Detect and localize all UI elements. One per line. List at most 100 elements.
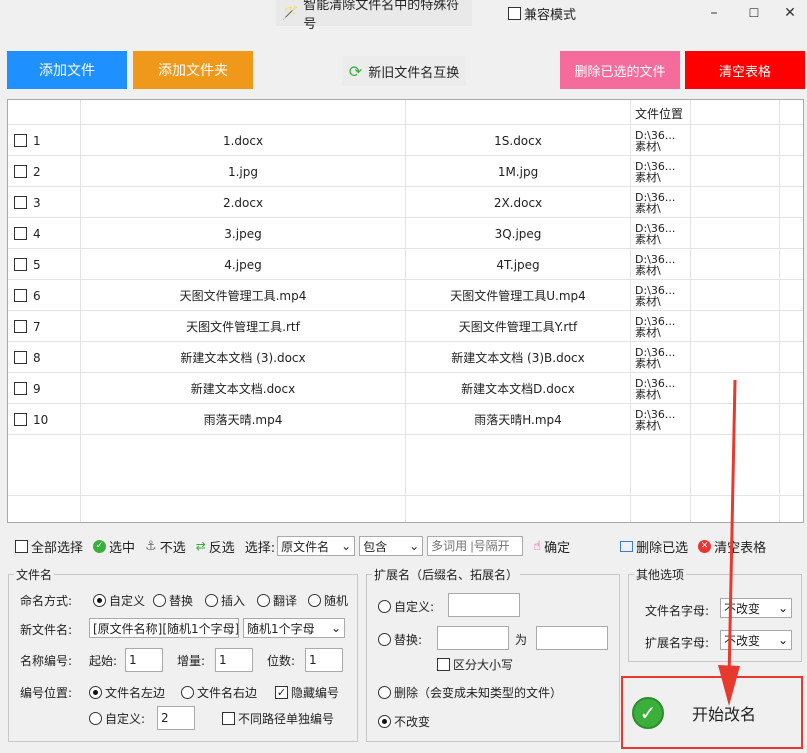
table-row[interactable]: 6 天图文件管理工具.mp4 天图文件管理工具U.mp4 D:\36... 素材\ bbox=[8, 280, 803, 311]
row-checkbox[interactable] bbox=[14, 156, 27, 187]
mode-replace-radio[interactable]: 替换 bbox=[153, 592, 193, 609]
start-rename-button[interactable]: ✓ 开始改名 bbox=[628, 683, 796, 743]
ext-replace-to-input[interactable] bbox=[536, 626, 608, 650]
select-all-box[interactable] bbox=[15, 539, 28, 553]
row-checkbox[interactable] bbox=[14, 187, 27, 218]
delete-selected-files-button[interactable]: 删除已选的文件 bbox=[560, 51, 680, 89]
file-location: D:\36... 素材\ bbox=[635, 190, 676, 215]
add-file-button[interactable]: 添加文件 bbox=[7, 51, 127, 89]
field-select[interactable]: 原文件名 ⌄ bbox=[277, 536, 356, 556]
table-row[interactable]: 4 3.jpeg 3Q.jpeg D:\36... 素材\ bbox=[8, 218, 803, 249]
select-button[interactable]: ✓ 选中 bbox=[93, 537, 135, 556]
table-row[interactable]: 7 天图文件管理工具.rtf 天图文件管理工具Y.rtf D:\36... 素材\ bbox=[8, 311, 803, 342]
ext-custom-radio[interactable]: 自定义: bbox=[378, 598, 434, 615]
position-right-radio[interactable]: 文件名右边 bbox=[181, 684, 257, 701]
ext-replace-from-input[interactable] bbox=[437, 626, 509, 650]
window-title: 🪄 智能清除文件名中的特殊符号 bbox=[276, 0, 472, 32]
clear-table-button[interactable]: 清空表格 bbox=[685, 51, 805, 89]
compat-checkbox-box[interactable] bbox=[508, 7, 521, 20]
ext-unchanged-radio[interactable]: 不改变 bbox=[378, 713, 430, 730]
new-filename: 雨落天晴H.mp4 bbox=[474, 413, 562, 427]
file-location: D:\36... 素材\ bbox=[635, 345, 676, 370]
chevron-down-icon: ⌄ bbox=[409, 539, 420, 553]
position-left-radio[interactable]: 文件名左边 bbox=[89, 684, 165, 701]
row-checkbox[interactable] bbox=[14, 342, 27, 373]
mode-translate-radio[interactable]: 翻译 bbox=[257, 592, 297, 609]
row-checkbox[interactable] bbox=[14, 373, 27, 404]
extension-group-title: 扩展名（后缀名、拓展名） bbox=[372, 566, 521, 583]
keyword-input[interactable] bbox=[427, 536, 524, 556]
invert-button[interactable]: ⇄ 反选 bbox=[196, 537, 235, 556]
file-table[interactable]: 文件位置 1 1.docx 1S.docx D:\36... 素材\ 2 1.jpg 1M.j… bbox=[7, 99, 804, 523]
original-filename: 3.jpeg bbox=[224, 226, 262, 241]
ext-replace-radio[interactable]: 替换: bbox=[378, 631, 422, 648]
add-folder-button[interactable]: 添加文件夹 bbox=[133, 51, 253, 89]
start-input[interactable]: 1 bbox=[125, 648, 163, 672]
table-row[interactable]: 1 1.docx 1S.docx D:\36... 素材\ bbox=[8, 125, 803, 156]
row-checkbox[interactable] bbox=[14, 125, 27, 156]
new-name-input[interactable]: [原文件名称][随机1个字母] bbox=[89, 618, 239, 638]
step-label: 增量: bbox=[177, 654, 206, 668]
table-row[interactable]: 10 雨落天晴.mp4 雨落天晴H.mp4 D:\36... 素材\ bbox=[8, 404, 803, 435]
table-row[interactable]: 3 2.docx 2X.docx D:\36... 素材\ bbox=[8, 187, 803, 218]
new-name-template-select[interactable]: 随机1个字母 ⌄ bbox=[243, 618, 345, 638]
deselect-button[interactable]: ⚓ 不选 bbox=[145, 537, 186, 556]
digits-label: 位数: bbox=[267, 654, 296, 668]
original-filename: 天图文件管理工具.mp4 bbox=[179, 289, 307, 303]
magic-wand-icon: 🪄 bbox=[282, 5, 299, 21]
mode-random-radio[interactable]: 随机 bbox=[308, 592, 348, 609]
row-checkbox[interactable] bbox=[14, 218, 27, 249]
table-row[interactable]: 5 4.jpeg 4T.jpeg D:\36... 素材\ bbox=[8, 249, 803, 280]
original-filename: 天图文件管理工具.rtf bbox=[186, 320, 300, 334]
maximize-button[interactable]: ☐ bbox=[737, 0, 771, 26]
row-checkbox[interactable] bbox=[14, 311, 27, 342]
new-filename: 1M.jpg bbox=[497, 164, 539, 179]
match-select[interactable]: 包含 ⌄ bbox=[359, 536, 424, 556]
file-location: D:\36... 素材\ bbox=[635, 314, 676, 339]
ext-delete-radio[interactable]: 删除（会变成未知类型的文件） bbox=[378, 684, 562, 701]
digits-input[interactable]: 1 bbox=[305, 648, 343, 672]
row-number: 1 bbox=[33, 133, 41, 148]
table-row[interactable]: 9 新建文本文档.docx 新建文本文档D.docx D:\36... 素材\ bbox=[8, 373, 803, 404]
position-label: 编号位置: bbox=[20, 686, 73, 700]
ext-to-label: 为 bbox=[515, 633, 528, 647]
step-input[interactable]: 1 bbox=[215, 648, 253, 672]
file-location: D:\36... 素材\ bbox=[635, 159, 676, 184]
file-location: D:\36... 素材\ bbox=[635, 221, 676, 246]
row-checkbox[interactable] bbox=[14, 280, 27, 311]
close-button[interactable]: ✕ bbox=[773, 0, 807, 26]
new-filename: 新建文本文档 (3)B.docx bbox=[451, 351, 585, 365]
table-row[interactable]: 8 新建文本文档 (3).docx 新建文本文档 (3)B.docx D:\36...… bbox=[8, 342, 803, 373]
green-check-icon: ✓ bbox=[632, 697, 664, 729]
row-number: 9 bbox=[33, 381, 41, 396]
position-custom-radio[interactable]: 自定义: bbox=[89, 710, 145, 727]
new-filename: 3Q.jpeg bbox=[494, 226, 542, 241]
compat-mode-checkbox[interactable]: 兼容模式 bbox=[508, 4, 576, 23]
delete-selected-button[interactable]: 删除已选 bbox=[620, 537, 688, 556]
mode-insert-radio[interactable]: 插入 bbox=[205, 592, 245, 609]
row-checkbox[interactable] bbox=[14, 404, 27, 435]
swap-names-button[interactable]: ⟳ 新旧文件名互换 bbox=[342, 56, 466, 86]
row-number: 7 bbox=[33, 319, 41, 334]
separate-paths-checkbox[interactable]: 不同路径单独编号 bbox=[222, 710, 334, 727]
hide-number-checkbox[interactable]: 隐藏编号 bbox=[275, 684, 339, 701]
minimize-button[interactable]: – bbox=[697, 0, 731, 26]
select-all-checkbox[interactable]: 全部选择 bbox=[15, 537, 83, 556]
custom-position-input[interactable]: 2 bbox=[157, 706, 195, 730]
new-name-label: 新文件名: bbox=[20, 623, 73, 637]
ext-custom-input[interactable] bbox=[448, 593, 520, 617]
confirm-button[interactable]: ☝ 确定 bbox=[533, 537, 570, 556]
row-number: 2 bbox=[33, 164, 41, 179]
row-number: 8 bbox=[33, 350, 41, 365]
chevron-down-icon: ⌄ bbox=[330, 621, 341, 635]
column-header-location: 文件位置 bbox=[635, 107, 684, 121]
new-filename: 天图文件管理工具U.mp4 bbox=[450, 289, 586, 303]
mode-custom-radio[interactable]: 自定义 bbox=[93, 592, 145, 609]
original-filename: 雨落天晴.mp4 bbox=[203, 413, 283, 427]
anchor-icon: ⚓ bbox=[145, 538, 157, 554]
case-sensitive-checkbox[interactable]: 区分大小写 bbox=[437, 656, 513, 673]
table-row[interactable]: 2 1.jpg 1M.jpg D:\36... 素材\ bbox=[8, 156, 803, 187]
row-number: 4 bbox=[33, 226, 41, 241]
row-checkbox[interactable] bbox=[14, 249, 27, 280]
new-filename: 2X.docx bbox=[493, 195, 543, 210]
